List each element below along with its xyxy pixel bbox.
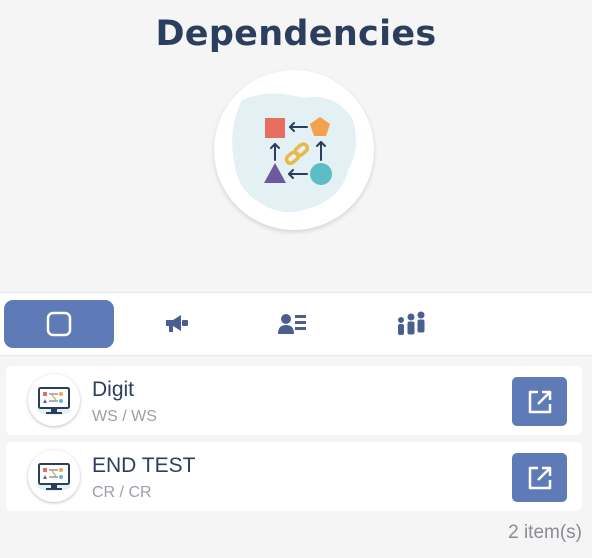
hero-badge xyxy=(214,70,374,230)
tab-group[interactable] xyxy=(356,300,466,348)
person-list-icon xyxy=(278,314,306,334)
megaphone-icon xyxy=(166,315,188,332)
item-title: END TEST xyxy=(92,454,196,477)
open-button[interactable] xyxy=(512,377,567,426)
tab-person-list[interactable] xyxy=(238,300,348,348)
group-icon xyxy=(398,311,425,335)
list-item[interactable]: END TEST CR / CR xyxy=(6,442,582,511)
avatar xyxy=(28,374,80,426)
avatar xyxy=(28,450,80,502)
open-button[interactable] xyxy=(512,453,567,502)
item-subtitle: WS / WS xyxy=(92,408,157,425)
square-icon xyxy=(46,311,72,337)
item-title: Digit xyxy=(92,378,135,401)
item-subtitle: CR / CR xyxy=(92,484,152,501)
item-count: 2 item(s) xyxy=(508,522,582,543)
page-title: Dependencies xyxy=(155,14,437,54)
tab-bar xyxy=(0,292,592,356)
external-link-icon xyxy=(528,390,551,413)
external-link-icon xyxy=(528,466,551,489)
tab-square[interactable] xyxy=(4,300,114,348)
dependency-list: Digit WS / WS END TEST CR / CR xyxy=(6,366,582,518)
monitor-diagram-icon xyxy=(37,387,71,415)
list-item[interactable]: Digit WS / WS xyxy=(6,366,582,435)
tab-megaphone[interactable] xyxy=(122,300,232,348)
dependency-shapes-icon xyxy=(232,93,357,213)
monitor-diagram-icon xyxy=(37,463,71,491)
